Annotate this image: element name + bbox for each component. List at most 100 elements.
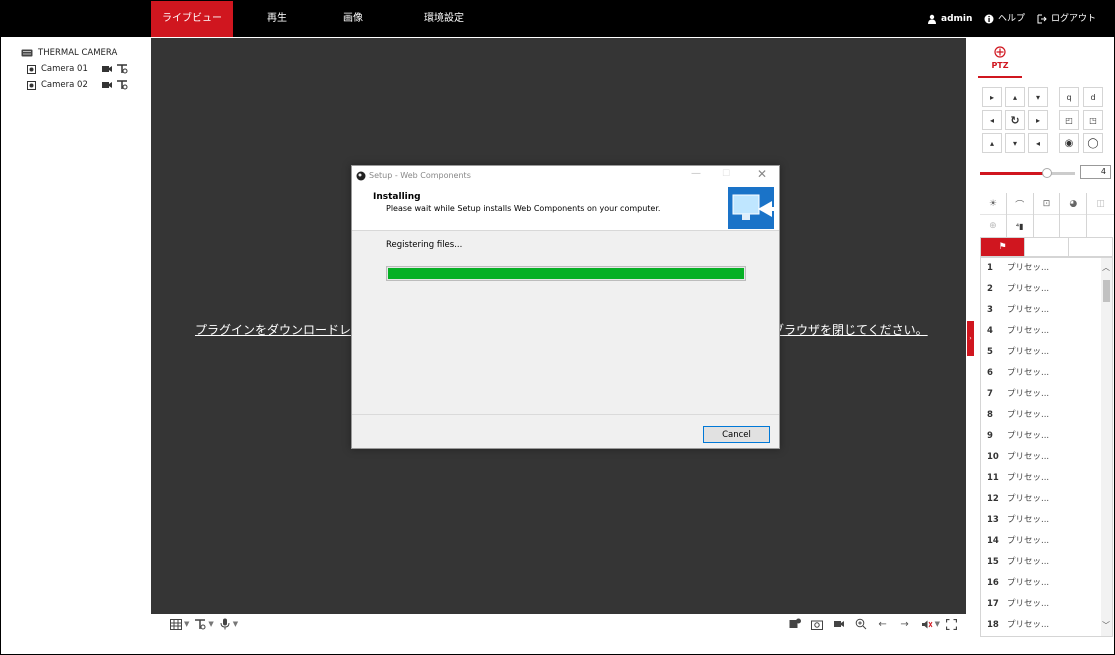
chevron-down-icon[interactable]: ▼ xyxy=(935,620,940,628)
preset-item[interactable]: 13 プリセッ... xyxy=(981,510,1049,531)
arrow-left-icon[interactable]: ← xyxy=(876,617,890,631)
preset-scrollbar[interactable]: ︿ ﹀ xyxy=(1101,258,1112,636)
fullscreen-icon[interactable] xyxy=(944,617,958,631)
ptz-right-button[interactable]: ▸ xyxy=(1028,110,1048,130)
preset-item[interactable]: 1 プリセッ... xyxy=(981,258,1049,279)
iris-close-icon[interactable]: ◉ xyxy=(1059,133,1079,153)
zoom-in-icon[interactable]: d xyxy=(1083,87,1103,107)
focus-far-icon[interactable]: ◳ xyxy=(1083,110,1103,130)
ptz-down-right-button[interactable]: ◂ xyxy=(1028,133,1048,153)
chevron-down-icon[interactable]: ﹀ xyxy=(1102,620,1110,631)
info-icon xyxy=(984,14,994,24)
preset-item[interactable]: 18 プリセッ... xyxy=(981,615,1049,636)
preset-label: プリセッ... xyxy=(1007,347,1050,357)
tab-picture[interactable]: 画像 xyxy=(333,1,373,37)
speed-slider-handle[interactable] xyxy=(1041,168,1052,178)
preset-label: プリセッ... xyxy=(1007,305,1050,315)
preset-label: プリセッ... xyxy=(1007,263,1050,273)
dialog-titlebar[interactable]: Setup - Web Components — ☐ ✕ xyxy=(352,166,779,186)
lens-init-icon[interactable]: ◕ xyxy=(1060,193,1088,215)
preset-item[interactable]: 11 プリセッ... xyxy=(981,468,1049,489)
preset-item[interactable]: 2 プリセッ... xyxy=(981,279,1049,300)
help-link[interactable]: ヘルプ xyxy=(984,1,1025,37)
preset-number: 15 xyxy=(987,557,999,567)
stream-type-icon[interactable] xyxy=(193,617,207,631)
preset-item[interactable]: 12 プリセッ... xyxy=(981,489,1049,510)
chevron-down-icon[interactable]: ▼ xyxy=(184,620,189,628)
3d-zoom-icon[interactable]: ⊕ xyxy=(980,215,1007,237)
start-all-live-icon[interactable] xyxy=(788,617,802,631)
auto-scan-icon[interactable]: ↻ xyxy=(1005,110,1025,130)
cancel-button[interactable]: Cancel xyxy=(703,426,770,443)
ptz-down-button[interactable]: ▾ xyxy=(1005,133,1025,153)
microphone-icon[interactable] xyxy=(218,617,232,631)
capture-icon[interactable] xyxy=(810,617,824,631)
ptz-up-button[interactable]: ▴ xyxy=(1005,87,1025,107)
tab-configuration[interactable]: 環境設定 xyxy=(419,1,469,37)
ptz-down-left-button[interactable]: ▴ xyxy=(982,133,1002,153)
chevron-down-icon[interactable]: ▼ xyxy=(233,620,238,628)
progress-fill xyxy=(388,268,744,279)
window-layout-icon[interactable] xyxy=(169,617,183,631)
preset-number: 11 xyxy=(987,473,999,483)
arrow-right-icon[interactable]: → xyxy=(898,617,912,631)
iris-open-icon[interactable]: ◯ xyxy=(1083,133,1103,153)
tree-root[interactable]: THERMAL CAMERA xyxy=(21,45,141,61)
tree-item-camera-02[interactable]: Camera 02 xyxy=(21,77,141,93)
preset-label: プリセッ... xyxy=(1007,326,1050,336)
chevron-up-icon[interactable]: ︿ xyxy=(1102,262,1110,273)
tab-playback[interactable]: 再生 xyxy=(257,1,297,37)
ptz-control-icon[interactable] xyxy=(116,64,128,74)
tab-patterns[interactable] xyxy=(1069,238,1112,256)
record-icon[interactable] xyxy=(101,80,113,90)
manual-track-icon[interactable]: ◫ xyxy=(1087,193,1114,215)
preset-item[interactable]: 3 プリセッ... xyxy=(981,300,1049,321)
preset-item[interactable]: 6 プリセッ... xyxy=(981,363,1049,384)
scroll-thumb[interactable] xyxy=(1103,280,1110,302)
park-icon[interactable]: ⁴▮ xyxy=(1007,215,1034,237)
ptz-tab[interactable]: PTZ xyxy=(978,38,1022,78)
light-icon[interactable]: ☀ xyxy=(980,193,1007,215)
user-menu[interactable]: admin xyxy=(927,1,972,37)
record-icon[interactable] xyxy=(101,64,113,74)
maximize-icon[interactable]: ☐ xyxy=(722,169,730,179)
record-icon[interactable] xyxy=(832,617,846,631)
zoom-in-icon[interactable] xyxy=(854,617,868,631)
tab-patrols[interactable] xyxy=(1025,238,1069,256)
aux-focus-icon[interactable]: ⊡ xyxy=(1034,193,1061,215)
ptz-left-button[interactable]: ◂ xyxy=(982,110,1002,130)
zoom-out-icon[interactable]: q xyxy=(1059,87,1079,107)
close-browser-notice[interactable]: ブラウザを閉じてください。 xyxy=(772,321,928,338)
tree-item-camera-01[interactable]: Camera 01 xyxy=(21,61,141,77)
preset-item[interactable]: 15 プリセッ... xyxy=(981,552,1049,573)
preset-item[interactable]: 14 プリセッ... xyxy=(981,531,1049,552)
tab-presets[interactable]: ⚑ xyxy=(981,238,1025,256)
preset-item[interactable]: 5 プリセッ... xyxy=(981,342,1049,363)
preset-item[interactable]: 10 プリセッ... xyxy=(981,447,1049,468)
close-icon[interactable]: ✕ xyxy=(757,167,767,181)
preset-item[interactable]: 8 プリセッ... xyxy=(981,405,1049,426)
ptz-up-left-button[interactable]: ▸ xyxy=(982,87,1002,107)
wiper-icon[interactable]: ⌒ xyxy=(1007,193,1034,215)
preset-item[interactable]: 16 プリセッ... xyxy=(981,573,1049,594)
install-progress-bar xyxy=(386,266,746,281)
logout-link[interactable]: ログアウト xyxy=(1037,1,1096,37)
ptz-speed-slider[interactable] xyxy=(980,168,1075,178)
minimize-icon[interactable]: — xyxy=(691,168,701,179)
preset-number: 10 xyxy=(987,452,999,462)
focus-near-icon[interactable]: ◰ xyxy=(1059,110,1079,130)
ptz-control-icon[interactable] xyxy=(116,80,128,90)
username: admin xyxy=(941,14,973,24)
audio-icon[interactable] xyxy=(920,617,934,631)
preset-item[interactable]: 7 プリセッ... xyxy=(981,384,1049,405)
preset-item[interactable]: 9 プリセッ... xyxy=(981,426,1049,447)
preset-item[interactable]: 17 プリセッ... xyxy=(981,594,1049,615)
chevron-down-icon[interactable]: ▼ xyxy=(208,620,213,628)
tab-live-view[interactable]: ライブビュー xyxy=(151,1,233,37)
preset-label: プリセッ... xyxy=(1007,452,1050,462)
plugin-download-link[interactable]: プラグインをダウンロードレイ xyxy=(195,321,363,338)
preset-item[interactable]: 4 プリセッ... xyxy=(981,321,1049,342)
dialog-footer: Cancel xyxy=(352,414,779,449)
panel-toggle-button[interactable]: › xyxy=(967,321,974,356)
ptz-up-right-button[interactable]: ▾ xyxy=(1028,87,1048,107)
